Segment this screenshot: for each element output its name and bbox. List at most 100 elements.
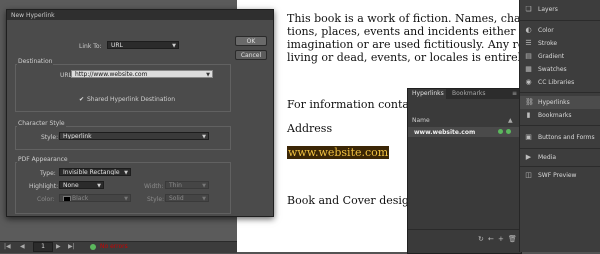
link-to-select[interactable]: URL ▼ [107,41,179,49]
url-value: http://www.website.com [75,71,148,78]
chevron-down-icon[interactable]: ▼ [206,71,210,77]
hyperlinks-icon: ⛓ [525,98,534,106]
hyperlink-text[interactable]: www.website.com [287,146,390,159]
ok-button[interactable]: OK [235,36,267,46]
new-icon[interactable]: + [498,235,504,243]
preflight-status-icon [90,244,96,250]
next-page-icon[interactable]: ▶ [56,243,61,250]
prev-page-icon[interactable]: ◀ [20,243,25,250]
style2-label: Style: [147,196,165,203]
border-style-value: Solid [169,195,184,202]
link-to-label: Link To: [79,43,102,50]
panel-divider [408,229,521,230]
sort-icon[interactable]: ▲ [508,117,513,124]
dialog-titlebar[interactable]: New Hyperlink [7,10,273,20]
column-name-header: Name [412,117,430,124]
panel-item-bookmarks[interactable]: ▮ Bookmarks [520,109,600,122]
panel-item-buttons-and-forms[interactable]: ▣ Buttons and Forms [520,131,600,144]
color-swatch [63,196,71,201]
divider [520,125,600,126]
panel-item-color[interactable]: ◐ Color [520,24,600,37]
divider [520,166,600,167]
status-ok-icon [506,129,511,134]
body-text-line-2: tions, places, events and incidents eith… [287,25,519,38]
chevron-down-icon: ▼ [97,183,101,189]
panel-item-swf-preview[interactable]: ◫ SWF Preview [520,169,600,182]
swf-preview-icon: ◫ [525,171,532,179]
chevron-down-icon: ▼ [124,170,128,176]
list-item[interactable]: www.website.com [408,127,521,137]
last-page-icon[interactable]: ▶| [68,243,75,250]
character-style-select[interactable]: Hyperlink ▼ [59,132,209,140]
character-style-legend: Character Style [17,120,66,127]
color-value: Black [72,195,89,202]
checkmark-icon[interactable]: ✔ [79,96,84,103]
body-text-line-4: living or dead, events, or locales is en… [287,51,519,64]
panel-item-swatches[interactable]: ▦ Swatches [520,63,600,76]
tab-hyperlinks[interactable]: Hyperlinks [408,89,446,99]
type-value: Invisible Rectangle [63,169,120,176]
chevron-down-icon: ▼ [124,196,128,202]
destination-legend: Destination [17,58,54,65]
divider [520,148,600,149]
highlight-select[interactable]: None ▼ [59,181,104,189]
width-value: Thin [169,182,182,189]
color-label: Color: [37,196,55,203]
new-hyperlink-dialog: New Hyperlink Link To: URL ▼ OK Cancel De… [6,9,274,217]
status-ok-icon [498,129,503,134]
chevron-down-icon: ▼ [202,183,206,189]
bookmarks-icon: ▮ [526,111,531,119]
gradient-icon: ▤ [525,52,532,60]
refresh-icon[interactable]: ↻ [478,235,484,243]
panel-dock: ❏ Layers ◐ Color ☰ Stroke ▤ Gradient ▦ Swatch… [519,0,600,252]
chevron-down-icon: ▼ [202,196,206,202]
shared-destination-checkbox-label[interactable]: Shared Hyperlink Destination [87,96,175,103]
panel-item-stroke[interactable]: ☰ Stroke [520,37,600,50]
swatches-icon: ▦ [525,65,532,73]
status-text[interactable]: No errors [100,243,128,250]
cancel-button[interactable]: Cancel [235,50,267,60]
hyperlink-row-name: www.website.com [414,129,476,136]
stroke-icon: ☰ [525,39,532,47]
chevron-down-icon: ▼ [172,43,176,49]
url-input[interactable]: http://www.website.com ▼ [71,70,213,78]
style-label: Style: [41,134,59,141]
panel-item-layers[interactable]: ❏ Layers [520,3,600,16]
divider [520,92,600,93]
page-number-field[interactable]: 1 [33,242,53,252]
previous-icon[interactable]: ← [488,235,494,243]
panel-item-media[interactable]: ▶ Media [520,151,600,164]
type-select[interactable]: Invisible Rectangle ▼ [59,168,131,176]
highlight-value: None [63,182,79,189]
divider [520,20,600,21]
cc-libraries-icon: ◉ [525,78,532,86]
dialog-title: New Hyperlink [11,12,55,19]
width-label: Width: [144,183,164,190]
panel-item-gradient[interactable]: ▤ Gradient [520,50,600,63]
address-text: Address [287,122,333,135]
first-page-icon[interactable]: |◀ [4,243,11,250]
panel-menu-icon[interactable]: ≡ [512,90,517,97]
contact-text: For information contact: [287,98,424,111]
panel-item-cc-libraries[interactable]: ◉ CC Libraries [520,76,600,89]
body-text-line-3: imagination or are used fictitiously. An… [287,38,519,51]
panel-item-hyperlinks[interactable]: ⛓ Hyperlinks [520,96,600,109]
character-style-value: Hyperlink [63,133,92,140]
trash-icon[interactable]: 🗑 [508,235,517,243]
status-bar: |◀ ◀ 1 ▶ ▶| No errors [0,241,237,253]
color-icon: ◐ [525,26,532,34]
tab-bookmarks[interactable]: Bookmarks [452,89,486,99]
border-style-select[interactable]: Solid ▼ [165,194,209,202]
layers-icon: ❏ [525,5,532,13]
type-label: Type: [40,170,56,177]
body-text-line-1: This book is a work of fiction. Names, c… [287,12,519,25]
color-select[interactable]: Black ▼ [59,194,131,202]
hyperlinks-panel: Hyperlinks Bookmarks ≡ Name ▲ www.websit… [407,88,522,254]
buttons-and-forms-icon: ▣ [525,133,532,141]
media-icon: ▶ [525,153,532,161]
highlight-label: Highlight: [29,183,59,190]
width-select[interactable]: Thin ▼ [165,181,209,189]
chevron-down-icon: ▼ [202,134,206,140]
pdf-appearance-legend: PDF Appearance [17,156,69,163]
link-to-value: URL [111,42,123,49]
